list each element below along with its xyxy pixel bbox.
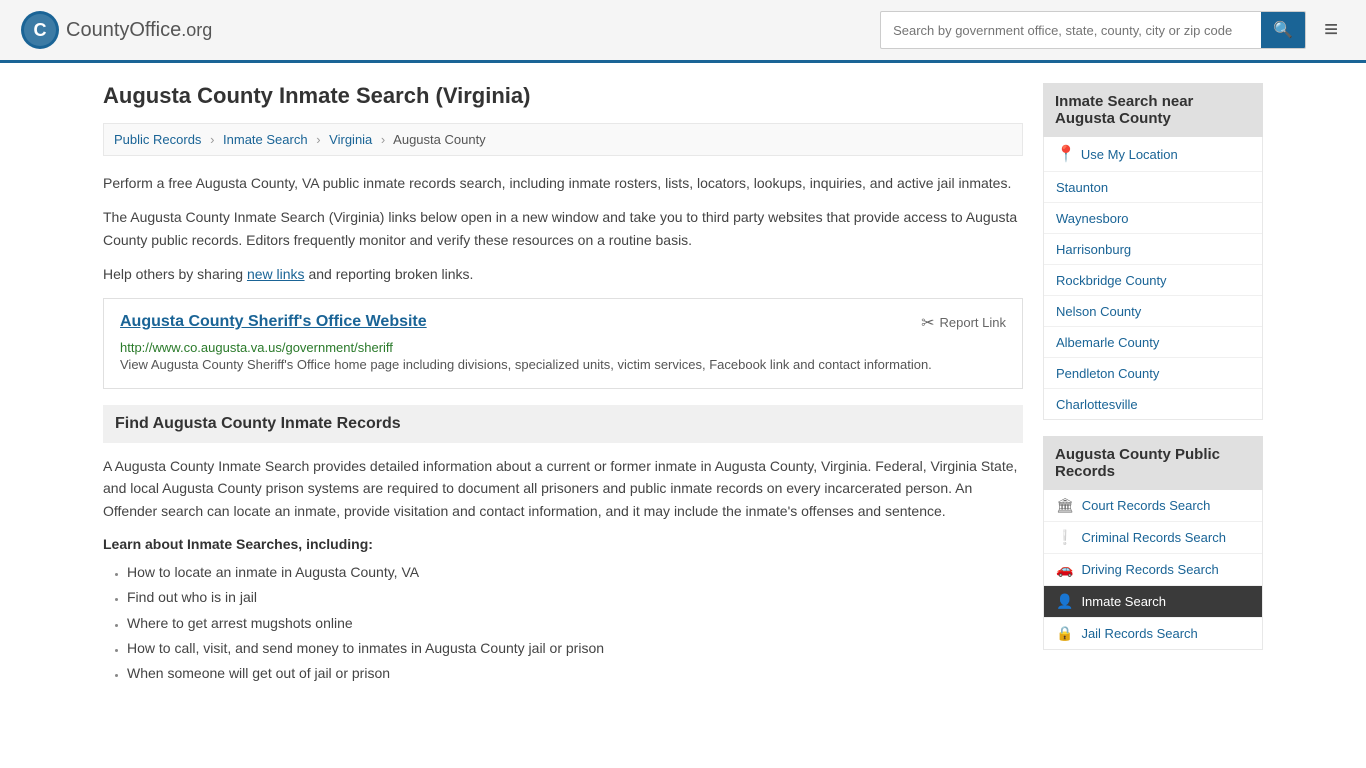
nearby-link[interactable]: Staunton — [1056, 180, 1108, 195]
nearby-link-nelson-county[interactable]: Nelson County — [1056, 304, 1141, 319]
find-section-heading: Find Augusta County Inmate Records — [103, 405, 1023, 443]
list-item: When someone will get out of jail or pri… — [127, 661, 1023, 686]
breadcrumb: Public Records › Inmate Search › Virgini… — [103, 123, 1023, 156]
description-1: Perform a free Augusta County, VA public… — [103, 172, 1023, 194]
nearby-link-item[interactable]: Pendleton County — [1044, 358, 1262, 389]
list-item: How to locate an inmate in Augusta Count… — [127, 560, 1023, 585]
breadcrumb-virginia[interactable]: Virginia — [329, 132, 372, 147]
find-section: Find Augusta County Inmate Records A Aug… — [103, 405, 1023, 686]
menu-icon[interactable]: ≡ — [1316, 12, 1346, 48]
nearby-link-item[interactable]: Nelson County — [1044, 296, 1262, 327]
logo-icon: C — [20, 10, 60, 50]
header-controls: 🔍 ≡ — [880, 11, 1346, 49]
description-3: Help others by sharing new links and rep… — [103, 263, 1023, 285]
link-block-header: Augusta County Sheriff's Office Website … — [120, 313, 1006, 333]
pr-link-item[interactable]: 🚗 Driving Records Search — [1044, 554, 1262, 586]
use-location-link[interactable]: Use My Location — [1081, 147, 1178, 162]
scissors-icon: ✂ — [921, 313, 934, 333]
nearby-link[interactable]: Albemarle County — [1056, 335, 1159, 350]
new-links-link[interactable]: new links — [247, 266, 305, 282]
link-url[interactable]: http://www.co.augusta.va.us/government/s… — [120, 340, 393, 355]
learn-heading: Learn about Inmate Searches, including: — [103, 536, 1023, 552]
jail-records-link[interactable]: Jail Records Search — [1081, 626, 1197, 641]
public-records-links: 🏛 Court Records Search ❕ Criminal Record… — [1043, 490, 1263, 650]
nearby-link[interactable]: Charlottesville — [1056, 397, 1138, 412]
driving-records-link[interactable]: Driving Records Search — [1081, 562, 1218, 577]
breadcrumb-county: Augusta County — [393, 132, 486, 147]
description-2: The Augusta County Inmate Search (Virgin… — [103, 206, 1023, 251]
nearby-link-item[interactable]: Rockbridge County — [1044, 265, 1262, 296]
nearby-link-item[interactable]: Harrisonburg — [1044, 234, 1262, 265]
search-input[interactable] — [881, 15, 1261, 46]
nearby-links: 📍 Use My Location Staunton Waynesboro Ha… — [1043, 137, 1263, 420]
pr-link-item[interactable]: 🏛 Court Records Search — [1044, 490, 1262, 522]
logo-text: CountyOffice.org — [66, 19, 212, 42]
driving-icon: 🚗 — [1056, 561, 1073, 578]
nearby-link-item[interactable]: Waynesboro — [1044, 203, 1262, 234]
inmate-icon: 👤 — [1056, 593, 1073, 610]
nearby-link-item[interactable]: Charlottesville — [1044, 389, 1262, 419]
link-block: Augusta County Sheriff's Office Website … — [103, 298, 1023, 390]
link-description: View Augusta County Sheriff's Office hom… — [120, 355, 1006, 375]
logo[interactable]: C CountyOffice.org — [20, 10, 212, 50]
pr-link-item-active[interactable]: 👤 Inmate Search — [1044, 586, 1262, 618]
pr-link-item[interactable]: ❕ Criminal Records Search — [1044, 522, 1262, 554]
nearby-section-title: Inmate Search near Augusta County — [1043, 83, 1263, 137]
report-link-button[interactable]: ✂ Report Link — [921, 313, 1006, 333]
page-title: Augusta County Inmate Search (Virginia) — [103, 83, 1023, 109]
list-item: Where to get arrest mugshots online — [127, 611, 1023, 636]
public-records-section-title: Augusta County Public Records — [1043, 436, 1263, 490]
use-location-item[interactable]: 📍 Use My Location — [1044, 137, 1262, 172]
nearby-link[interactable]: Rockbridge County — [1056, 273, 1167, 288]
criminal-records-link[interactable]: Criminal Records Search — [1081, 530, 1226, 545]
link-block-title[interactable]: Augusta County Sheriff's Office Website — [120, 313, 427, 331]
jail-icon: 🔒 — [1056, 625, 1073, 642]
svg-text:C: C — [34, 20, 47, 40]
search-button[interactable]: 🔍 — [1261, 12, 1305, 48]
content-area: Augusta County Inmate Search (Virginia) … — [103, 83, 1023, 686]
nearby-link[interactable]: Waynesboro — [1056, 211, 1129, 226]
main-container: Augusta County Inmate Search (Virginia) … — [83, 63, 1283, 706]
sidebar: Inmate Search near Augusta County 📍 Use … — [1043, 83, 1263, 686]
nearby-link[interactable]: Harrisonburg — [1056, 242, 1131, 257]
search-bar: 🔍 — [880, 11, 1306, 49]
nearby-link-item[interactable]: Staunton — [1044, 172, 1262, 203]
criminal-icon: ❕ — [1056, 529, 1073, 546]
nearby-link[interactable]: Pendleton County — [1056, 366, 1159, 381]
bullet-list: How to locate an inmate in Augusta Count… — [103, 560, 1023, 686]
pr-link-item[interactable]: 🔒 Jail Records Search — [1044, 618, 1262, 649]
breadcrumb-inmate-search[interactable]: Inmate Search — [223, 132, 308, 147]
site-header: C CountyOffice.org 🔍 ≡ — [0, 0, 1366, 63]
breadcrumb-public-records[interactable]: Public Records — [114, 132, 201, 147]
find-section-body: A Augusta County Inmate Search provides … — [103, 455, 1023, 522]
court-records-link[interactable]: Court Records Search — [1082, 498, 1211, 513]
location-dot-icon: 📍 — [1056, 144, 1076, 164]
nearby-link-item[interactable]: Albemarle County — [1044, 327, 1262, 358]
inmate-search-link[interactable]: Inmate Search — [1081, 594, 1166, 609]
court-icon: 🏛 — [1056, 497, 1074, 514]
list-item: How to call, visit, and send money to in… — [127, 636, 1023, 661]
list-item: Find out who is in jail — [127, 585, 1023, 610]
